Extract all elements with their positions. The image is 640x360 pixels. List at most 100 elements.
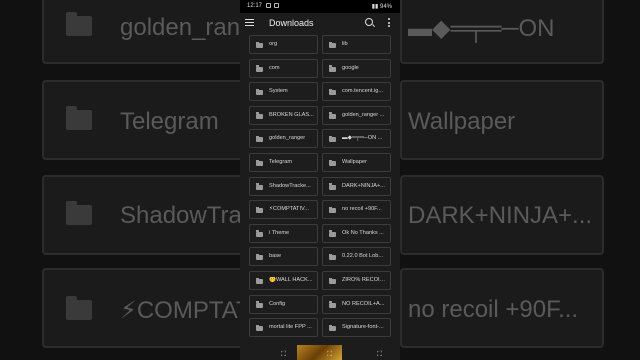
bg-folder-icon xyxy=(66,201,92,225)
folder-icon xyxy=(256,277,263,284)
folder-icon xyxy=(256,230,263,237)
folder-item[interactable]: no recoil +90F... xyxy=(322,200,391,220)
folder-label: 🤫WALL HACK... xyxy=(269,277,313,283)
fullscreen-icon[interactable]: ⛶ xyxy=(377,351,384,358)
folder-label: base xyxy=(269,253,282,260)
folder-item[interactable]: NO RECOIL+A... xyxy=(322,294,391,314)
folder-icon xyxy=(329,135,336,143)
bg-folder-icon xyxy=(66,296,92,320)
folder-icon xyxy=(256,88,263,96)
folder-label: Config xyxy=(269,300,286,307)
folder-item[interactable]: ShadowTracke... xyxy=(249,176,318,196)
folder-label: ▬◆═╤═─ON ... xyxy=(342,135,383,142)
folder-item[interactable]: golden_ranger xyxy=(249,129,318,149)
folder-item[interactable]: BROKEN GLAS... xyxy=(249,105,318,125)
folder-item[interactable]: Telegram xyxy=(249,153,318,172)
battery-level: 94% xyxy=(379,4,392,10)
folder-icon xyxy=(256,206,263,214)
folder-label: org xyxy=(269,41,278,47)
folder-icon xyxy=(256,253,263,261)
folder-label: Telegram xyxy=(269,159,293,165)
fullscreen-icon[interactable]: ⛶ xyxy=(281,351,288,358)
folder-item[interactable]: org xyxy=(249,35,318,54)
folder-label: google xyxy=(342,64,359,71)
folder-item[interactable]: com.tencent.ig... xyxy=(322,82,391,102)
folder-icon xyxy=(329,324,336,332)
folder-label: NO RECOIL+A... xyxy=(342,300,385,307)
folder-item[interactable]: i Theme xyxy=(249,223,318,243)
bg-folder-icon xyxy=(66,106,92,130)
folder-label: DARK+NINJA+... xyxy=(342,182,385,189)
folder-item[interactable]: golden_ranger ... xyxy=(322,105,391,125)
folder-label: golden_ranger xyxy=(269,135,306,142)
page-title: Downloads xyxy=(269,18,314,28)
folder-item[interactable]: System xyxy=(249,82,318,102)
bg-label: Wallpaper xyxy=(408,108,516,135)
ad-thumbnail[interactable] xyxy=(297,345,342,360)
bg-label: golden_range xyxy=(120,14,240,41)
more-options-icon[interactable] xyxy=(388,18,390,29)
folder-icon xyxy=(329,277,336,284)
folder-label: lib xyxy=(342,41,348,47)
folder-item[interactable]: Config xyxy=(249,294,318,314)
signal-icon: ▮▮ xyxy=(371,4,379,10)
folder-item[interactable]: base xyxy=(249,247,318,267)
bg-label: ⚡COMPTAT xyxy=(120,297,240,324)
folder-item[interactable]: 🤫WALL HACK... xyxy=(249,271,318,290)
folder-icon xyxy=(256,65,263,72)
bg-folder-icon xyxy=(66,12,92,36)
folder-icon xyxy=(329,301,336,308)
bg-label: DARK+NINJA+... xyxy=(408,202,593,229)
folder-item[interactable]: Signature-font-... xyxy=(322,318,391,338)
folder-item[interactable]: DARK+NINJA+... xyxy=(322,176,391,196)
folder-label: ShadowTracke... xyxy=(269,182,311,189)
search-icon[interactable] xyxy=(365,18,373,26)
folder-icon xyxy=(329,159,336,166)
folder-icon xyxy=(329,230,336,237)
notification-icon xyxy=(266,3,271,8)
bg-label: Telegram xyxy=(120,108,219,135)
folder-icon xyxy=(256,183,263,190)
notification-icon xyxy=(274,3,279,8)
folder-icon xyxy=(329,41,336,48)
folder-icon xyxy=(329,253,336,261)
status-bar: 12:17 ▮▮ 94% xyxy=(240,0,400,13)
folder-item[interactable]: ▬◆═╤═─ON ... xyxy=(322,129,391,149)
folder-item[interactable]: Ok No Thanks ... xyxy=(322,223,391,243)
folder-label: 0.22.0 Bot Lob... xyxy=(342,253,384,260)
folder-label: i Theme xyxy=(269,229,290,236)
status-time: 12:17 xyxy=(247,3,263,9)
folder-item[interactable]: google xyxy=(322,58,391,78)
folder-item[interactable]: ZIRO% RECOIL ... xyxy=(322,271,391,290)
hamburger-menu-icon[interactable] xyxy=(245,19,254,26)
folder-label: golden_ranger ... xyxy=(342,111,385,118)
status-right: ▮▮ 94% xyxy=(372,3,392,10)
phone-screen: 12:17 ▮▮ 94% Downloads org lib com google Sy… xyxy=(240,0,400,360)
folder-icon xyxy=(256,112,263,119)
folder-item[interactable]: 0.22.0 Bot Lob... xyxy=(322,247,391,267)
folder-icon xyxy=(256,41,263,48)
folder-label: ⚡COMPTATIV... xyxy=(269,206,309,213)
folder-label: Wallpaper xyxy=(342,159,367,165)
folder-label: mortal lite FPP ... xyxy=(269,324,312,331)
bg-label: ▬◆═╤═─ON xyxy=(408,15,555,42)
folder-icon xyxy=(256,135,263,143)
folder-icon xyxy=(256,159,263,166)
folder-item[interactable]: Wallpaper xyxy=(322,153,391,172)
bg-label: ShadowTrac xyxy=(120,202,240,229)
fullscreen-icon[interactable]: ⛶ xyxy=(327,351,334,358)
folder-label: Ok No Thanks ... xyxy=(342,229,384,236)
folder-label: no recoil +90F... xyxy=(342,206,382,213)
bg-label: no recoil +90F... xyxy=(408,296,579,323)
folder-label: com.tencent.ig... xyxy=(342,88,384,95)
folder-item[interactable]: mortal lite FPP ... xyxy=(249,318,318,338)
folder-icon xyxy=(256,324,263,332)
folder-icon xyxy=(329,88,336,96)
folder-item[interactable]: com xyxy=(249,58,318,78)
folder-label: Signature-font-... xyxy=(342,324,384,331)
folder-icon xyxy=(329,65,336,72)
folder-item[interactable]: ⚡COMPTATIV... xyxy=(249,200,318,220)
folder-icon xyxy=(256,301,263,308)
folder-icon xyxy=(329,206,336,214)
folder-item[interactable]: lib xyxy=(322,35,391,54)
